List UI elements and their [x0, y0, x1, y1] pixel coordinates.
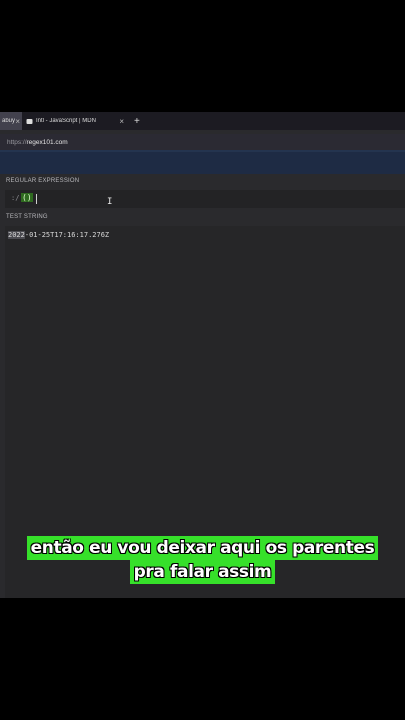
- url-host: regex101.com: [26, 138, 68, 146]
- regex-input[interactable]: :/ (): [5, 190, 405, 208]
- url-scheme: https://: [7, 138, 27, 146]
- close-tab-icon[interactable]: ×: [15, 117, 20, 126]
- tab-mdn[interactable]: Intl - JavaScript | MDN ×: [22, 112, 128, 130]
- match-highlight: 2022: [8, 231, 25, 239]
- mdn-favicon-icon: [26, 118, 33, 125]
- new-tab-button[interactable]: +: [134, 116, 140, 127]
- tab-label: Intl - JavaScript | MDN: [36, 118, 96, 124]
- subtitle-line-2: pra falar assim: [129, 560, 276, 584]
- tab-label: abuy: [2, 118, 16, 124]
- tab-bar: abuy × Intl - JavaScript | MDN × +: [0, 112, 405, 130]
- regex-section-label: REGULAR EXPRESSION: [6, 178, 80, 184]
- site-header: [0, 150, 405, 174]
- test-string-rest: -01-25T17:16:17.276Z: [24, 231, 110, 239]
- test-string-value: 2022-01-25T17:16:17.276Z: [8, 231, 109, 239]
- test-string-label: TEST STRING: [6, 214, 48, 220]
- subtitle-line-1: então eu vou deixar aqui os parentes: [26, 536, 379, 560]
- close-tab-icon[interactable]: ×: [119, 117, 124, 126]
- text-caret: [36, 194, 37, 204]
- screen-recording: abuy × Intl - JavaScript | MDN × + https…: [0, 112, 405, 598]
- group-highlight: (): [21, 193, 33, 202]
- regex-delimiter: :/: [11, 194, 20, 202]
- tab-regex101[interactable]: abuy ×: [0, 112, 22, 130]
- ibeam-cursor-icon: I: [107, 197, 113, 207]
- subtitles: então eu vou deixar aqui os parentes pra…: [0, 536, 405, 584]
- header-accent: [0, 150, 405, 152]
- url-text: https://regex101.com: [7, 139, 68, 146]
- address-bar[interactable]: https://regex101.com: [0, 134, 405, 150]
- regex-value: (): [21, 193, 33, 202]
